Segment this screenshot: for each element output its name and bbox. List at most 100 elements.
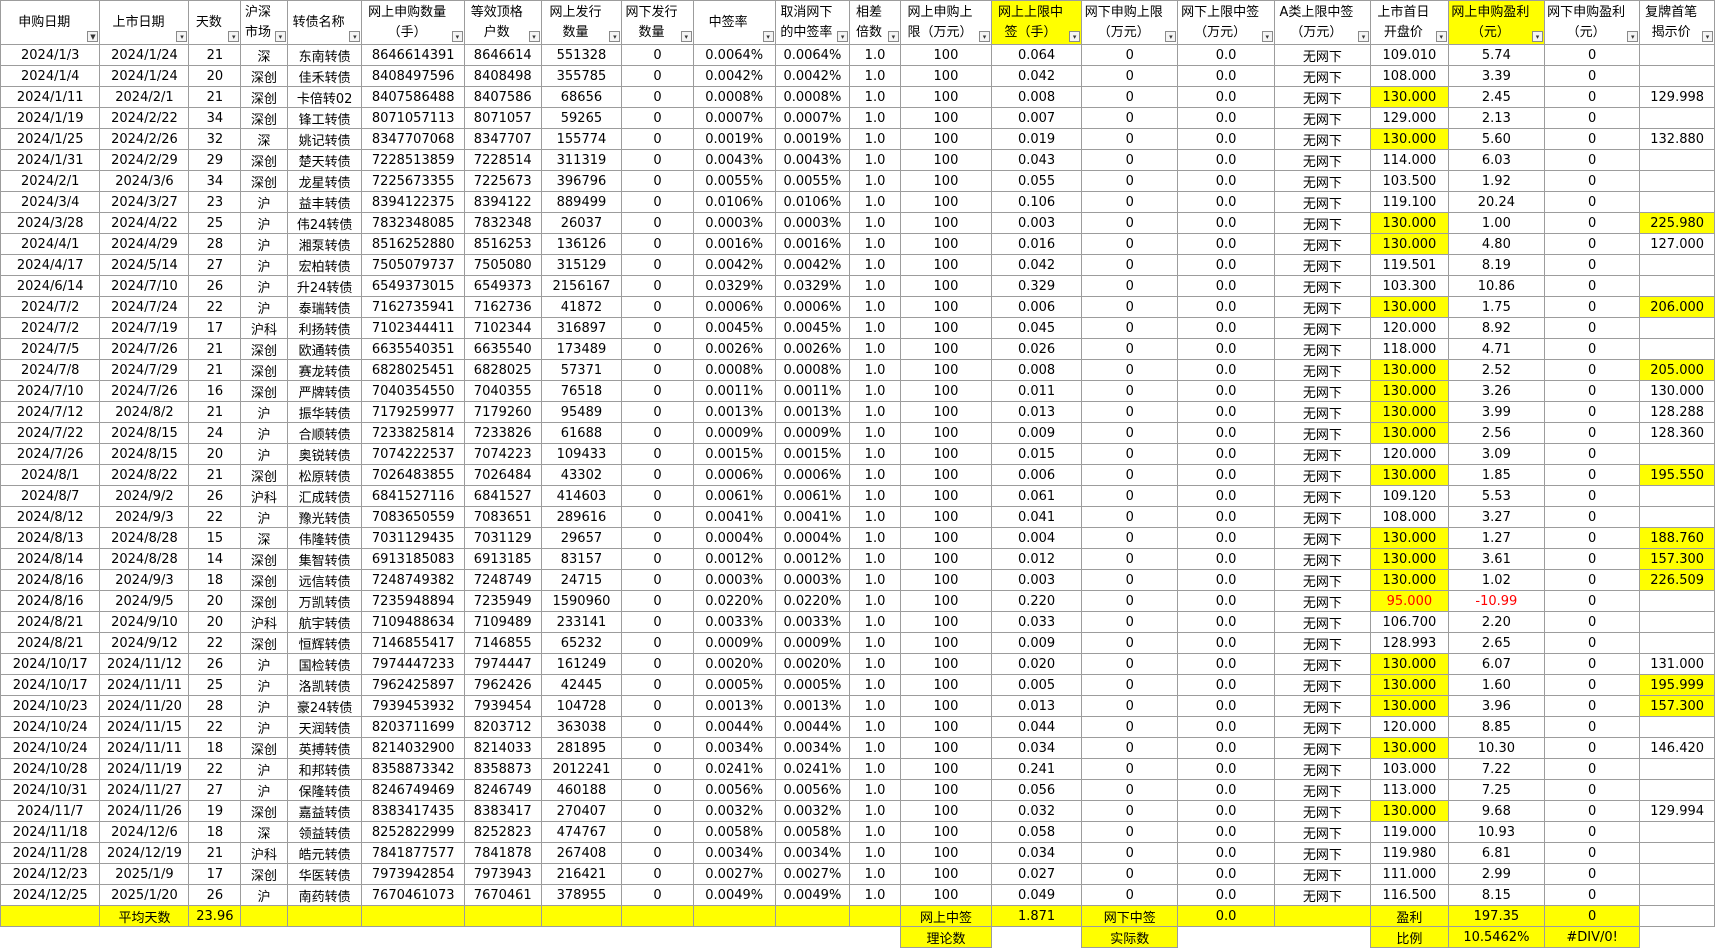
table-cell[interactable]: 0 (621, 338, 694, 360)
profit-offline-value[interactable]: 0 (1544, 905, 1641, 927)
table-cell[interactable]: 0 (1544, 611, 1641, 633)
table-cell[interactable]: 0.0 (1177, 380, 1275, 402)
table-cell[interactable]: 0 (1544, 527, 1641, 549)
table-cell[interactable]: 沪 (240, 422, 288, 444)
table-cell[interactable]: 0 (1544, 464, 1641, 486)
table-cell[interactable]: 1.0 (849, 128, 901, 150)
table-cell[interactable]: 0.0009% (692, 632, 776, 654)
table-cell[interactable]: 0.0 (1177, 443, 1275, 465)
table-cell[interactable]: 0 (621, 44, 694, 66)
table-cell[interactable]: 0.0329% (774, 275, 851, 297)
table-cell[interactable]: 楚天转债 (286, 149, 363, 171)
table-cell[interactable]: 43302 (540, 464, 623, 486)
table-cell[interactable]: 0.0003% (692, 212, 776, 234)
table-cell[interactable]: 28 (188, 233, 242, 255)
table-cell[interactable]: 100 (899, 779, 993, 801)
table-cell[interactable]: 0.0013% (774, 695, 851, 717)
table-cell[interactable]: 100 (899, 317, 993, 339)
table-cell[interactable]: 0.016 (991, 233, 1083, 255)
table-cell[interactable]: 0.034 (991, 842, 1083, 864)
table-cell[interactable]: 0.0034% (774, 737, 851, 759)
table-cell[interactable]: 130.000 (1370, 653, 1449, 675)
table-cell[interactable]: 111.000 (1370, 863, 1449, 885)
table-cell[interactable]: 1.0 (849, 527, 901, 549)
table-cell[interactable]: 130.000 (1370, 548, 1449, 570)
table-cell[interactable]: 0.0 (1177, 254, 1275, 276)
table-cell[interactable]: 0.049 (991, 884, 1083, 906)
table-cell[interactable]: 0.0020% (692, 653, 776, 675)
table-cell[interactable]: 8246749 (463, 779, 542, 801)
table-cell[interactable]: 130.000 (1370, 86, 1449, 108)
table-cell[interactable]: 7939454 (463, 695, 542, 717)
table-cell[interactable]: 130.000 (1370, 401, 1449, 423)
table-cell[interactable]: 109.120 (1370, 485, 1449, 507)
table-cell[interactable]: 航宇转债 (286, 611, 363, 633)
summary-empty[interactable] (286, 905, 363, 927)
table-cell[interactable]: 沪科 (240, 842, 288, 864)
table-cell[interactable]: 551328 (540, 44, 623, 66)
table-cell[interactable]: 2024/7/10 (0, 380, 101, 402)
summary-empty[interactable] (361, 905, 465, 927)
table-cell[interactable]: 24715 (540, 569, 623, 591)
table-cell[interactable]: 59265 (540, 107, 623, 129)
table-cell[interactable]: 6913185 (463, 548, 542, 570)
table-cell[interactable]: 0 (621, 506, 694, 528)
table-cell[interactable]: 0.0033% (692, 611, 776, 633)
table-cell[interactable]: 7102344 (463, 317, 542, 339)
table-cell[interactable]: 10.93 (1447, 821, 1546, 843)
table-cell[interactable]: 119.501 (1370, 254, 1449, 276)
table-cell[interactable] (1639, 842, 1715, 864)
table-cell[interactable]: 8.15 (1447, 884, 1546, 906)
table-cell[interactable]: 1.0 (849, 422, 901, 444)
table-cell[interactable]: 0.0 (1177, 233, 1275, 255)
table-cell[interactable]: 0.009 (991, 422, 1083, 444)
table-cell[interactable]: 270407 (540, 800, 623, 822)
table-cell[interactable]: 无网下 (1273, 548, 1372, 570)
table-cell[interactable]: 3.26 (1447, 380, 1546, 402)
table-cell[interactable]: 0.0 (1177, 695, 1275, 717)
table-cell[interactable]: 0.0003% (774, 212, 851, 234)
table-cell[interactable]: 7225673 (463, 170, 542, 192)
table-cell[interactable]: 7670461 (463, 884, 542, 906)
table-cell[interactable]: 无网下 (1273, 527, 1372, 549)
table-cell[interactable]: 8394122375 (361, 191, 465, 213)
table-cell[interactable]: 41872 (540, 296, 623, 318)
table-cell[interactable]: 6549373 (463, 275, 542, 297)
table-cell[interactable]: 7162735941 (361, 296, 465, 318)
table-cell[interactable]: 21 (188, 86, 242, 108)
table-cell[interactable]: 0.0 (1177, 569, 1275, 591)
ratio-label[interactable]: 比例 (1370, 926, 1449, 948)
table-cell[interactable]: 225.980 (1639, 212, 1715, 234)
table-cell[interactable]: 0 (1544, 800, 1641, 822)
table-cell[interactable]: 2024/9/12 (99, 632, 190, 654)
table-cell[interactable]: 0 (1081, 548, 1179, 570)
table-cell[interactable]: 6.81 (1447, 842, 1546, 864)
table-cell[interactable]: 无网下 (1273, 107, 1372, 129)
table-cell[interactable]: 无网下 (1273, 149, 1372, 171)
table-cell[interactable]: 0 (1081, 884, 1179, 906)
table-cell[interactable]: 8347707068 (361, 128, 465, 150)
table-cell[interactable]: 深创 (240, 590, 288, 612)
table-cell[interactable]: 0.0 (1177, 296, 1275, 318)
table-cell[interactable]: 0.0005% (774, 674, 851, 696)
table-cell[interactable]: 130.000 (1370, 737, 1449, 759)
table-cell[interactable]: 无网下 (1273, 464, 1372, 486)
table-cell[interactable]: 83157 (540, 548, 623, 570)
table-cell[interactable]: 7074222537 (361, 443, 465, 465)
table-cell[interactable]: 2024/10/28 (0, 758, 101, 780)
table-cell[interactable]: 8.92 (1447, 317, 1546, 339)
table-cell[interactable]: 2024/7/8 (0, 359, 101, 381)
table-cell[interactable]: 天润转债 (286, 716, 363, 738)
table-cell[interactable]: 0.026 (991, 338, 1083, 360)
table-cell[interactable]: 泰瑞转债 (286, 296, 363, 318)
offline-win-label[interactable]: 网下中签 (1081, 905, 1179, 927)
table-cell[interactable]: 6549373015 (361, 275, 465, 297)
table-cell[interactable]: 深创 (240, 380, 288, 402)
table-cell[interactable]: 0.008 (991, 359, 1083, 381)
table-cell[interactable]: 2024/2/26 (99, 128, 190, 150)
table-cell[interactable]: 0 (1081, 758, 1179, 780)
table-cell[interactable]: 0.034 (991, 737, 1083, 759)
table-cell[interactable]: 5.60 (1447, 128, 1546, 150)
table-cell[interactable]: 2.45 (1447, 86, 1546, 108)
table-cell[interactable]: 0.0042% (692, 254, 776, 276)
